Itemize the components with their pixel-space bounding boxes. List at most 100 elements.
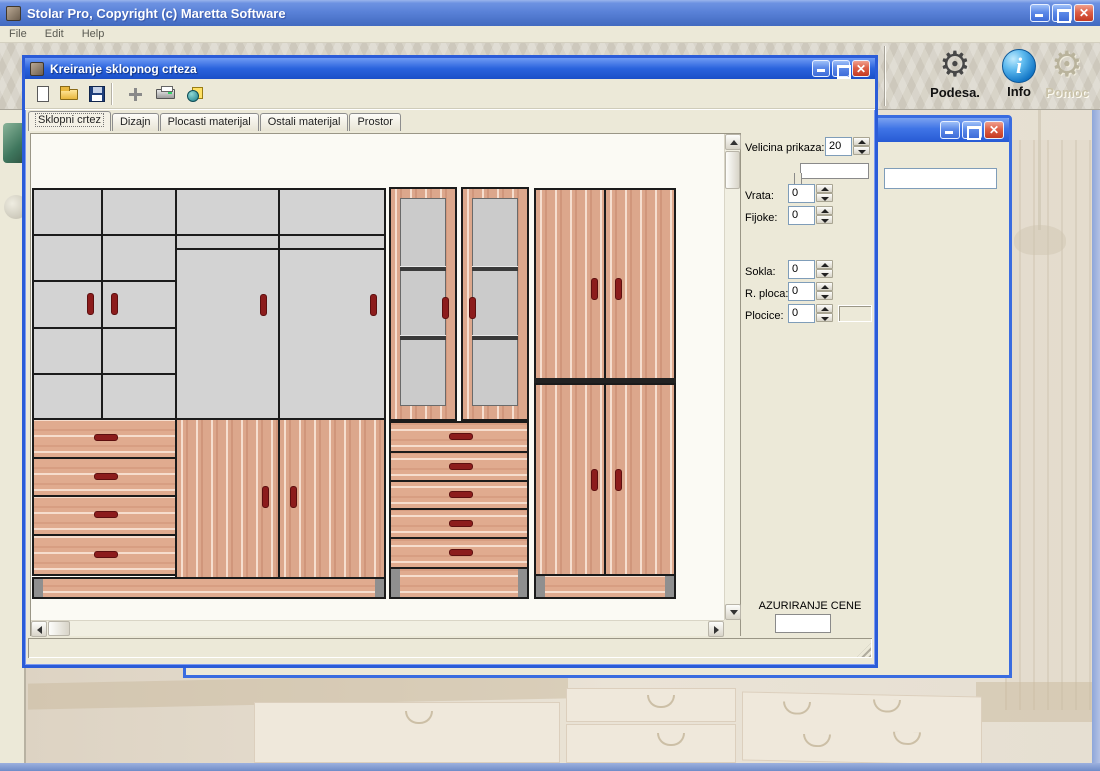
app-icon [6,6,21,21]
rploca-label: R. ploca: [745,288,788,300]
rploca-spinner [816,282,833,300]
minimize-button[interactable] [940,121,960,139]
print-button[interactable] [153,83,178,106]
chandelier-icon [1038,110,1041,230]
main-window-right-border [1092,26,1100,764]
scroll-up-button[interactable] [725,134,741,150]
dialog-icon [30,62,44,76]
menu-edit[interactable]: Edit [45,28,64,40]
sokla-label: Sokla: [745,266,776,278]
tab-dizajn[interactable]: Dizajn [112,113,159,131]
spin-up-button[interactable] [853,137,870,146]
sokla-spinner [816,260,833,278]
tab-sklopni-crtez[interactable]: Sklopni crtez [28,111,111,131]
plocice-label: Plocice: [745,310,784,322]
drawing-panel [30,133,741,636]
new-drawing-button[interactable] [31,83,56,106]
exit-button[interactable] [183,83,208,106]
menu-file[interactable]: File [9,28,27,40]
kitchen-drawers-right [742,691,982,763]
move-cross-icon [131,88,140,101]
podesa-label: Podesa. [924,85,986,100]
tab-prostor[interactable]: Prostor [349,113,400,131]
podesa-button[interactable]: ⚙ Podesa. [924,46,986,106]
velicina-input[interactable]: 20 [825,137,852,156]
save-icon [89,86,105,102]
move-button[interactable] [123,83,148,106]
vertical-scrollbar[interactable] [724,134,740,620]
fijoke-spinner [816,206,833,224]
scrollbar-corner [724,620,740,636]
plocice-display-box [838,305,872,322]
open-button[interactable] [57,83,82,106]
velicina-spinner [853,137,870,155]
spin-down-button[interactable] [816,291,833,300]
spin-down-button[interactable] [816,215,833,224]
background-window-text-field[interactable] [884,168,997,189]
exit-icon [187,87,203,102]
vrata-label: Vrata: [745,190,774,202]
main-window-bottom-border [0,763,1100,771]
fijoke-input[interactable]: 0 [788,206,815,225]
spin-up-button[interactable] [816,304,833,313]
save-button[interactable] [85,83,110,106]
gear-icon-disabled: ⚙ [1036,46,1098,84]
close-button[interactable]: ✕ [1074,4,1094,22]
horizontal-scroll-thumb[interactable] [48,621,70,636]
maximize-button[interactable] [832,60,850,77]
minimize-button[interactable] [1030,4,1050,22]
pomoc-label: Pomoc [1036,85,1098,100]
spin-down-button[interactable] [816,313,833,322]
kitchen-drawer [566,688,736,722]
menu-help[interactable]: Help [82,28,105,40]
spin-up-button[interactable] [816,206,833,215]
scroll-right-button[interactable] [708,621,724,637]
new-document-icon [37,86,49,102]
close-button[interactable]: ✕ [852,60,870,77]
open-folder-icon [60,89,78,100]
dialog-titlebar[interactable]: Kreiranje sklopnog crteza ✕ [25,58,875,79]
sokla-input[interactable]: 0 [788,260,815,279]
pomoc-button: ⚙ Pomoc [1036,46,1098,106]
scroll-down-button[interactable] [725,604,741,620]
spin-up-button[interactable] [816,282,833,291]
zoom-slider[interactable] [800,163,869,179]
azuriranje-cene-input[interactable] [775,614,831,633]
resize-grip[interactable] [857,643,871,657]
tab-bar: Sklopni crtez Dizajn Plocasti materijal … [28,111,402,131]
drawing-canvas[interactable] [31,134,724,620]
printer-icon [156,89,175,99]
dialog-title: Kreiranje sklopnog crteza [50,62,197,76]
spin-down-button[interactable] [853,146,870,155]
chandelier-shade [1014,225,1066,255]
rploca-input[interactable]: 0 [788,282,815,301]
velicina-label: Velicina prikaza: [745,142,825,154]
spin-down-button[interactable] [816,269,833,278]
maximize-button[interactable] [1052,4,1072,22]
tab-plocasti-materijal[interactable]: Plocasti materijal [160,113,259,131]
kitchen-drawer [566,724,736,763]
fijoke-label: Fijoke: [745,212,777,224]
plocice-input[interactable]: 0 [788,304,815,323]
vrata-input[interactable]: 0 [788,184,815,203]
maximize-button[interactable] [962,121,982,139]
main-menubar: File Edit Help [0,26,1100,43]
main-titlebar[interactable]: Stolar Pro, Copyright (c) Maretta Softwa… [0,0,1100,26]
toolbar-separator [884,46,886,106]
plocice-spinner [816,304,833,322]
dialog-statusbar [28,638,872,658]
tab-ostali-materijal[interactable]: Ostali materijal [260,113,349,131]
scroll-left-button[interactable] [31,621,47,637]
horizontal-scrollbar[interactable] [31,620,724,636]
close-button[interactable]: ✕ [984,121,1004,139]
info-icon: i [1002,49,1036,83]
spin-up-button[interactable] [816,260,833,269]
vertical-scroll-thumb[interactable] [725,151,740,189]
vrata-spinner [816,184,833,202]
plinth-left [32,577,386,599]
dialog-kreiranje-sklopnog-crteza: Kreiranje sklopnog crteza ✕ Sklopni crte… [22,55,878,668]
minimize-button[interactable] [812,60,830,77]
spin-up-button[interactable] [816,184,833,193]
main-window-title: Stolar Pro, Copyright (c) Maretta Softwa… [27,6,286,21]
spin-down-button[interactable] [816,193,833,202]
